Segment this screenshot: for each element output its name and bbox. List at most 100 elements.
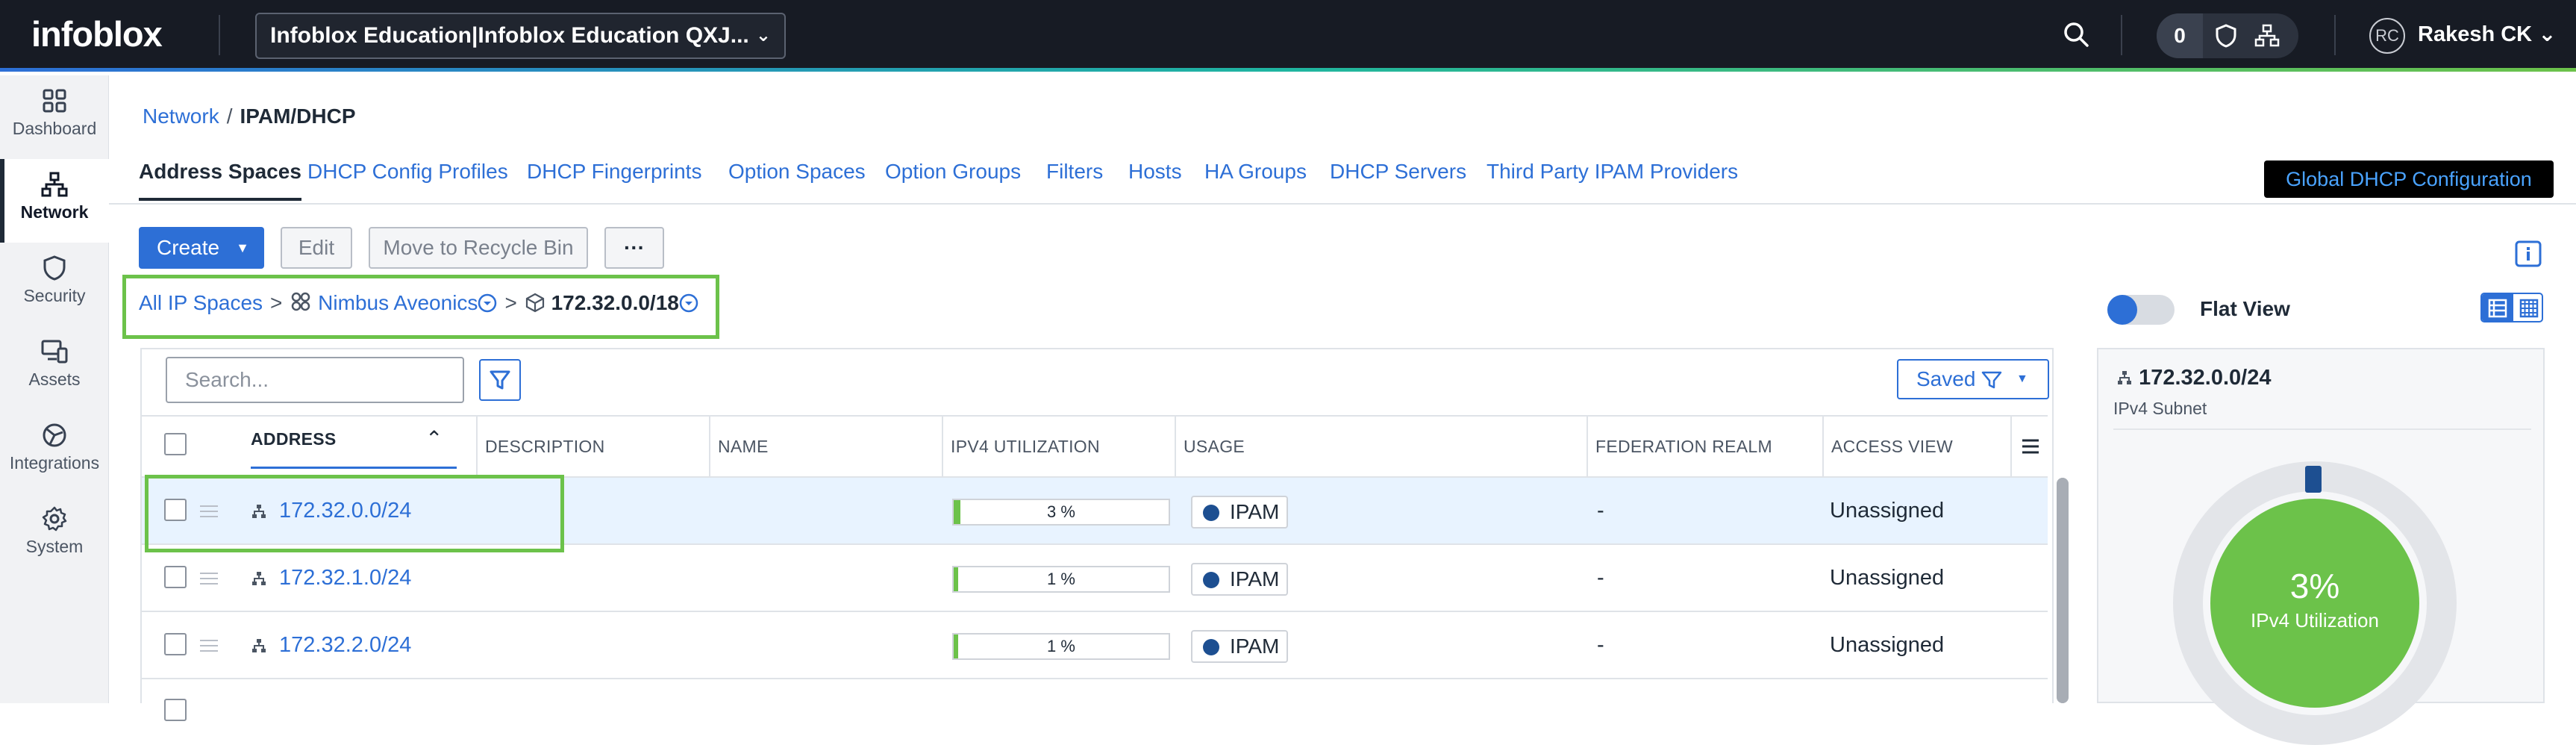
assets-icon: [41, 340, 68, 364]
avatar[interactable]: RC: [2369, 18, 2405, 54]
donut-utilization-marker: [2305, 466, 2322, 493]
column-address[interactable]: ADDRESS ⌃: [251, 417, 457, 469]
info-icon[interactable]: [2515, 240, 2542, 267]
table-row[interactable]: 172.32.2.0/24 1 % IPAM - Unassigned: [142, 612, 2048, 679]
drag-handle-icon[interactable]: [200, 572, 218, 585]
table-scrollbar[interactable]: [2057, 478, 2069, 703]
filter-button[interactable]: [479, 359, 521, 401]
tab-third-party-ipam-providers[interactable]: Third Party IPAM Providers: [1486, 160, 1738, 184]
column-menu-button[interactable]: [2010, 417, 2048, 476]
nav-assets[interactable]: Assets: [0, 326, 109, 410]
tab-ha-groups[interactable]: HA Groups: [1204, 160, 1307, 184]
scrollbar-thumb[interactable]: [2057, 478, 2069, 703]
utilization-bar: 1 %: [952, 633, 1170, 660]
column-name[interactable]: NAME: [709, 417, 940, 476]
column-ipv4-utilization[interactable]: IPV4 UTILIZATION: [942, 417, 1173, 476]
tab-option-groups[interactable]: Option Groups: [885, 160, 1021, 184]
tabs-divider: [109, 203, 2576, 205]
nav-dashboard[interactable]: Dashboard: [0, 75, 109, 159]
drag-handle-icon[interactable]: [200, 639, 218, 652]
search-input[interactable]: Search...: [166, 357, 464, 403]
more-actions-button[interactable]: ···: [604, 227, 664, 269]
utilization-value: 3 %: [1047, 502, 1075, 521]
user-name: Rakesh CK: [2418, 22, 2533, 46]
row-access-view: Unassigned: [1830, 633, 1945, 657]
flat-view-toggle[interactable]: [2107, 295, 2175, 325]
ipam-dot-icon: [1203, 505, 1219, 521]
grid-view-icon[interactable]: [2513, 294, 2543, 322]
table-row[interactable]: 172.32.1.0/24 1 % IPAM - Unassigned: [142, 545, 2048, 612]
nav-label: Security: [23, 286, 86, 305]
column-federation-realm[interactable]: FEDERATION REALM: [1586, 417, 1821, 476]
nav-integrations[interactable]: Integrations: [0, 410, 109, 493]
saved-filters-button[interactable]: Saved ▼: [1897, 359, 2049, 399]
nav-system[interactable]: System: [0, 493, 109, 577]
row-federation-realm: -: [1597, 566, 1604, 590]
tab-dhcp-servers[interactable]: DHCP Servers: [1330, 160, 1466, 184]
ipam-dot-icon: [1203, 639, 1219, 655]
utilization-percent: 3%: [2289, 567, 2340, 605]
edit-button[interactable]: Edit: [281, 227, 352, 269]
breadcrumb-separator: /: [226, 105, 233, 128]
view-switcher[interactable]: [2480, 293, 2543, 322]
utilization-fill: [954, 567, 958, 591]
tab-dhcp-fingerprints[interactable]: DHCP Fingerprints: [527, 160, 701, 184]
column-access-view[interactable]: ACCESS VIEW: [1822, 417, 2009, 476]
shield-icon: [43, 255, 66, 281]
notification-count[interactable]: 0: [2157, 13, 2203, 58]
tab-hosts[interactable]: Hosts: [1128, 160, 1182, 184]
row-access-view: Unassigned: [1830, 566, 1945, 590]
divider: [219, 15, 220, 55]
list-view-icon[interactable]: [2482, 294, 2513, 321]
accent-line: [0, 68, 2576, 72]
utilization-value: 1 %: [1047, 570, 1075, 588]
search-icon[interactable]: [2060, 18, 2094, 52]
status-group[interactable]: 0: [2157, 13, 2298, 58]
tab-option-spaces[interactable]: Option Spaces: [728, 160, 866, 184]
nav-security[interactable]: Security: [0, 243, 109, 326]
path-highlight-box: [122, 275, 719, 339]
caret-down-icon: ▼: [236, 240, 249, 255]
network-icon: [41, 172, 68, 197]
tab-dhcp-config-profiles[interactable]: DHCP Config Profiles: [307, 160, 508, 184]
flat-view-label: Flat View: [2200, 297, 2290, 320]
row-checkbox[interactable]: [164, 633, 187, 655]
org-selector[interactable]: Infoblox Education|Infoblox Education QX…: [255, 13, 786, 59]
table-row[interactable]: [142, 679, 2048, 721]
column-description[interactable]: DESCRIPTION: [476, 417, 707, 476]
tab-address-spaces[interactable]: Address Spaces: [139, 160, 301, 201]
row-checkbox[interactable]: [164, 699, 187, 721]
menu-icon: [2022, 439, 2039, 454]
column-usage[interactable]: USAGE: [1175, 417, 1585, 476]
usage-badge: IPAM: [1191, 630, 1288, 663]
row-federation-realm: -: [1597, 499, 1604, 523]
table-header: ADDRESS ⌃ DESCRIPTION NAME IPV4 UTILIZATI…: [142, 415, 2048, 478]
infoblox-logo[interactable]: infoblox: [31, 13, 163, 54]
select-all-checkbox[interactable]: [164, 433, 187, 455]
shield-icon[interactable]: [2213, 23, 2239, 49]
user-menu[interactable]: Rakesh CK ⌄: [2418, 21, 2557, 47]
move-to-recycle-bin-button[interactable]: Move to Recycle Bin: [369, 227, 588, 269]
detail-subtitle: IPv4 Subnet: [2113, 399, 2207, 418]
create-button[interactable]: Create ▼: [139, 227, 264, 269]
utilization-value: 1 %: [1047, 637, 1075, 655]
dashboard-icon: [43, 89, 66, 113]
subnet-icon: [252, 572, 266, 585]
network-icon[interactable]: [2254, 23, 2280, 49]
row-address-link[interactable]: 172.32.2.0/24: [279, 612, 411, 678]
breadcrumb-network-link[interactable]: Network: [143, 105, 219, 128]
chevron-down-icon: ⌄: [2538, 22, 2557, 46]
gear-icon: [42, 506, 67, 532]
row-access-view: Unassigned: [1830, 499, 1945, 523]
breadcrumb-current: IPAM/DHCP: [240, 105, 356, 128]
nav-network[interactable]: Network: [0, 159, 109, 243]
donut-center: 3% IPv4 Utilization: [2210, 499, 2419, 708]
row-checkbox[interactable]: [164, 566, 187, 588]
utilization-fill: [954, 635, 958, 658]
global-dhcp-configuration-button[interactable]: Global DHCP Configuration: [2264, 160, 2554, 198]
tab-filters[interactable]: Filters: [1046, 160, 1103, 184]
nav-label: Dashboard: [12, 119, 97, 138]
row-address-link[interactable]: 172.32.1.0/24: [279, 545, 411, 611]
sort-ascending-icon[interactable]: ⌃: [425, 417, 443, 461]
subnet-icon: [252, 639, 266, 652]
